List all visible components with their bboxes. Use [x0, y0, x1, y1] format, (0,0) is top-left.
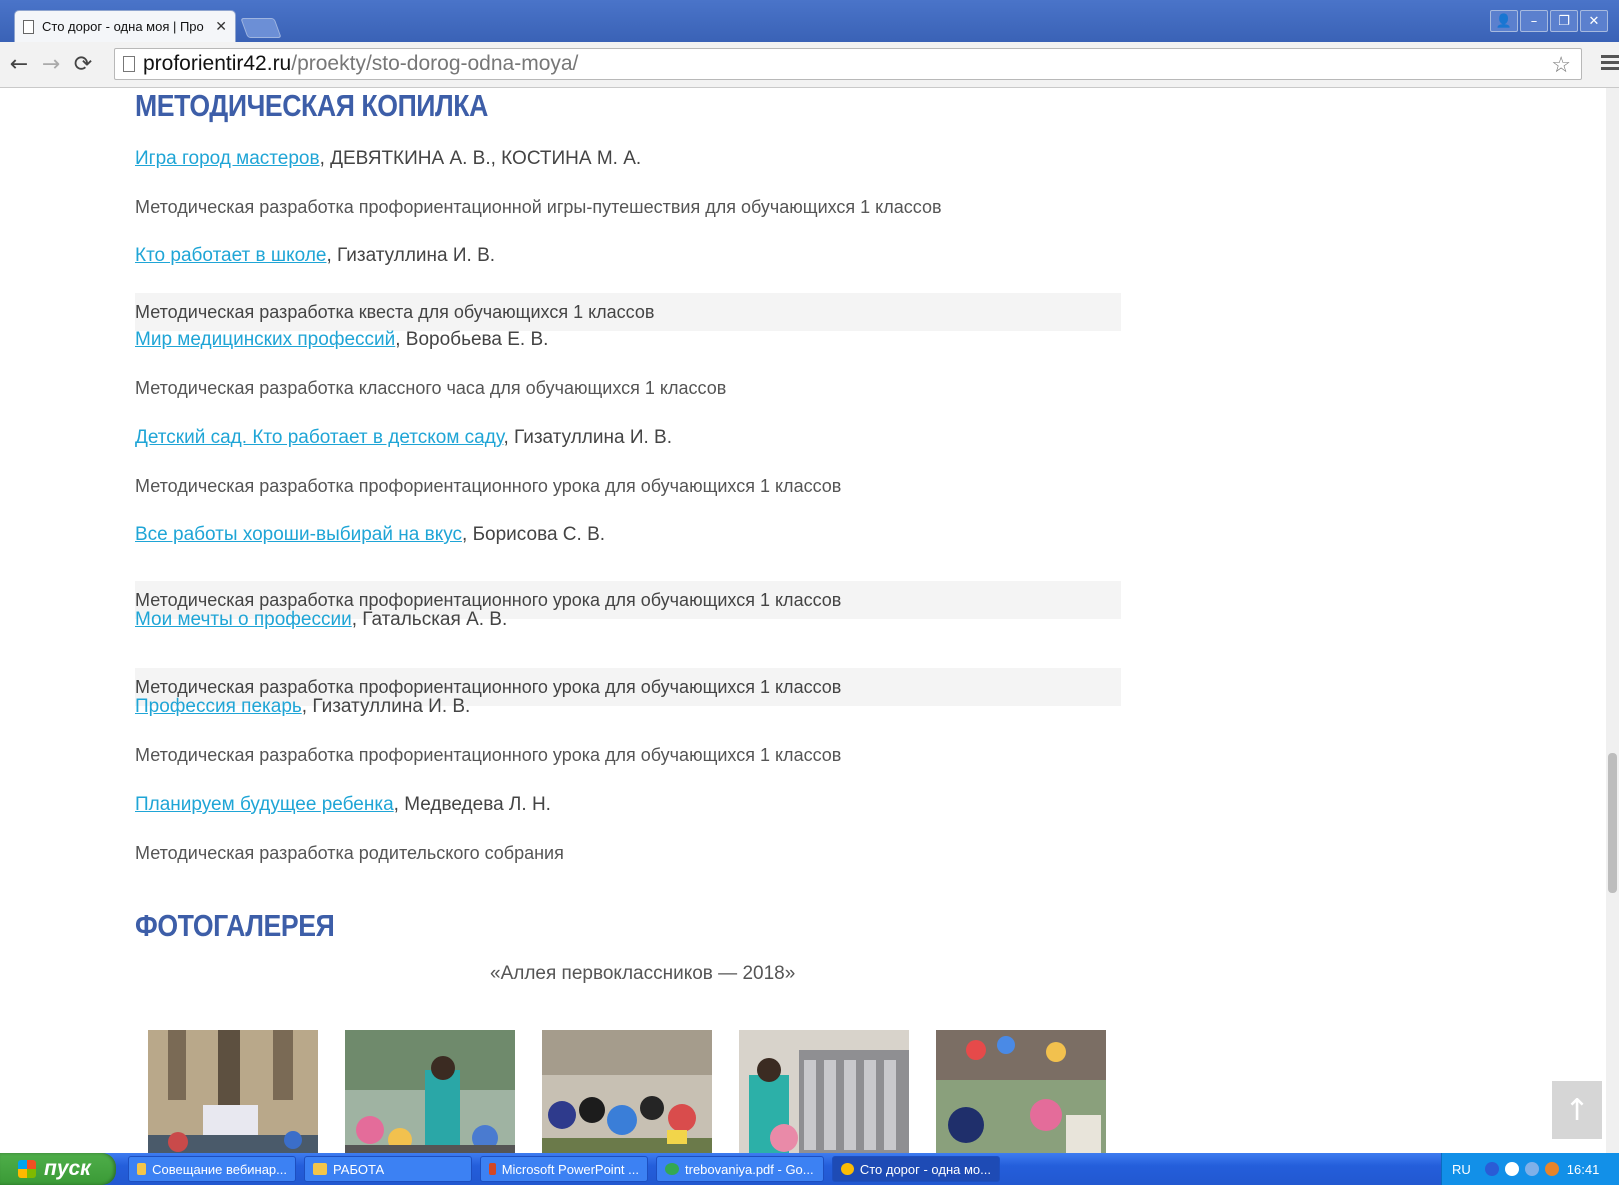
material-authors: , Воробьева Е. В. — [395, 329, 549, 350]
restore-button[interactable]: ❐ — [1550, 10, 1578, 32]
material-authors: , Гизатуллина И. В. — [301, 696, 471, 717]
browser-menu-icon[interactable] — [1601, 52, 1619, 72]
windows-logo-icon — [18, 1160, 36, 1178]
material-description: Методическая разработка квеста для обуча… — [135, 293, 1121, 331]
material-link[interactable]: Все работы хороши-выбирай на вкус — [135, 524, 462, 545]
taskbar-item-chrome[interactable]: Сто дорог - одна мо... — [832, 1156, 1000, 1182]
page-content: МЕТОДИЧЕСКАЯ КОПИЛКА Игра город мастеров… — [0, 88, 1606, 1153]
material-description: Методическая разработка профориентационн… — [135, 476, 842, 496]
gallery-caption: «Аллея первоклассников — 2018» — [490, 963, 796, 984]
powerpoint-icon — [489, 1163, 496, 1175]
page-info-icon[interactable] — [123, 56, 135, 72]
taskbar-item-rabota[interactable]: РАБОТА — [304, 1156, 472, 1182]
gallery-photo[interactable] — [345, 1030, 515, 1153]
taskbar-item-powerpoint[interactable]: Microsoft PowerPoint ... — [480, 1156, 648, 1182]
close-window-button[interactable]: ✕ — [1580, 10, 1608, 32]
list-item: Игра город мастеров, ДЕВЯТКИНА А. В., КО… — [135, 147, 641, 171]
user-icon[interactable]: 👤 — [1490, 10, 1518, 32]
page-scrollbar[interactable] — [1606, 88, 1619, 1153]
new-tab-button[interactable] — [240, 18, 282, 38]
material-authors: , Гизатуллина И. В. — [503, 427, 672, 448]
forward-arrow-icon[interactable]: → — [38, 52, 64, 77]
material-link[interactable]: Профессия пекарь — [135, 696, 302, 717]
folder-icon — [137, 1163, 147, 1175]
opera-icon[interactable] — [1504, 1162, 1519, 1176]
browser-tab-strip: Сто дорог - одна моя | Про ✕ 👤 – ❐ ✕ — [0, 0, 1619, 42]
material-description: Методическая разработка классного часа д… — [135, 378, 727, 398]
material-authors: , Гизатуллина И. В. — [326, 245, 496, 266]
material-authors: , ДЕВЯТКИНА А. В., КОСТИНА М. А. — [319, 148, 642, 169]
material-authors: , Медведева Л. Н. — [393, 794, 551, 815]
minimize-button[interactable]: – — [1520, 10, 1548, 32]
photo-gallery — [148, 1030, 1133, 1153]
list-item: Мир медицинских профессий, Воробьева Е. … — [135, 328, 548, 352]
material-link[interactable]: Планируем будущее ребенка — [135, 794, 394, 815]
material-authors: , Гатальская А. В. — [351, 609, 508, 630]
material-link[interactable]: Мои мечты о профессии — [135, 609, 352, 630]
folder-icon — [313, 1163, 327, 1175]
material-description: Методическая разработка родительского со… — [135, 843, 564, 863]
tab-title: Сто дорог - одна моя | Про — [42, 19, 204, 34]
security-icon[interactable] — [1544, 1162, 1559, 1176]
gallery-photo[interactable] — [739, 1030, 909, 1153]
volume-icon[interactable] — [1524, 1162, 1539, 1176]
address-bar[interactable]: proforientir42.ru/proekty/sto-dorog-odna… — [114, 48, 1582, 80]
back-arrow-icon[interactable]: ← — [6, 52, 32, 77]
material-authors: , Борисова С. В. — [462, 524, 606, 545]
taskbar-item-pdf[interactable]: trebovaniya.pdf - Go... — [656, 1156, 824, 1182]
system-tray: RU 16:41 — [1441, 1153, 1619, 1185]
material-link[interactable]: Детский сад. Кто работает в детском саду — [135, 427, 503, 448]
material-link[interactable]: Мир медицинских профессий — [135, 329, 395, 350]
material-description: Методическая разработка профориентационн… — [135, 197, 942, 217]
chrome-icon — [841, 1163, 854, 1175]
gallery-photo[interactable] — [148, 1030, 318, 1153]
list-item: Детский сад. Кто работает в детском саду… — [135, 426, 672, 450]
section-title-gallery: ФОТОГАЛЕРЕЯ — [135, 908, 335, 943]
taskbar-item-webinar[interactable]: Совещание вебинар... — [128, 1156, 296, 1182]
windows-taskbar: пуск Совещание вебинар... РАБОТА Microso… — [0, 1153, 1619, 1185]
url-path: /proekty/sto-dorog-odna-moya/ — [291, 52, 579, 75]
scroll-to-top-button[interactable]: ↑ — [1552, 1081, 1602, 1139]
section-title-methodical: МЕТОДИЧЕСКАЯ КОПИЛКА — [135, 88, 488, 123]
window-controls: 👤 – ❐ ✕ — [1488, 10, 1608, 32]
reload-icon[interactable]: ⟳ — [70, 52, 96, 77]
scrollbar-thumb[interactable] — [1608, 753, 1617, 893]
url-host: proforientir42.ru — [143, 52, 292, 75]
list-item: Планируем будущее ребенка, Медведева Л. … — [135, 793, 551, 817]
language-indicator[interactable]: RU — [1452, 1162, 1471, 1177]
material-link[interactable]: Игра город мастеров — [135, 148, 320, 169]
start-button[interactable]: пуск — [0, 1153, 116, 1185]
bookmark-star-icon[interactable]: ☆ — [1551, 52, 1571, 78]
browser-toolbar: ← → ⟳ proforientir42.ru/proekty/sto-doro… — [0, 42, 1619, 88]
list-item: Все работы хороши-выбирай на вкус, Борис… — [135, 523, 605, 547]
list-item: Кто работает в школе, Гизатуллина И. В. — [135, 244, 495, 268]
page-icon — [23, 19, 34, 34]
material-description: Методическая разработка профориентационн… — [135, 745, 842, 765]
start-label: пуск — [44, 1157, 91, 1180]
back-arrow-tray-icon[interactable] — [1484, 1162, 1499, 1176]
material-link[interactable]: Кто работает в школе — [135, 245, 326, 266]
chrome-icon — [665, 1163, 679, 1175]
gallery-photo[interactable] — [542, 1030, 712, 1153]
list-item: Мои мечты о профессии, Гатальская А. В. — [135, 608, 507, 632]
gallery-photo[interactable] — [936, 1030, 1106, 1153]
close-tab-icon[interactable]: ✕ — [215, 19, 227, 35]
list-item: Профессия пекарь, Гизатуллина И. В. — [135, 695, 470, 719]
browser-tab-active[interactable]: Сто дорог - одна моя | Про ✕ — [14, 10, 236, 42]
clock: 16:41 — [1566, 1161, 1600, 1177]
